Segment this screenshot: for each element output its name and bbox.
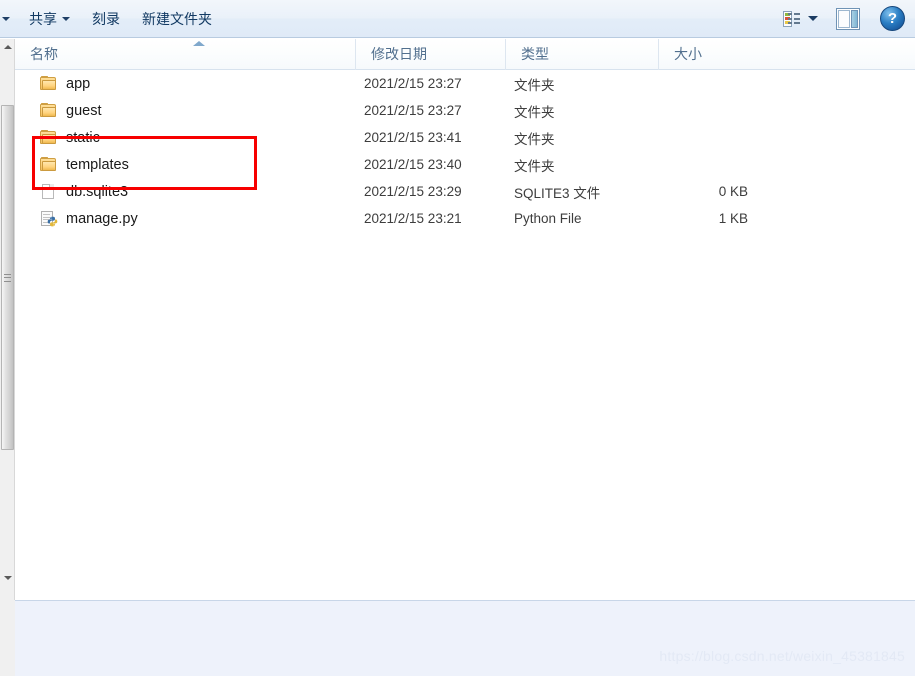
watermark-text: https://blog.csdn.net/weixin_45381845 xyxy=(659,648,905,664)
table-row[interactable]: guest 2021/2/15 23:27 文件夹 xyxy=(16,97,915,124)
column-header-date-label: 修改日期 xyxy=(371,46,427,62)
scroll-up-triangle xyxy=(3,45,12,49)
file-name-label: guest xyxy=(66,102,102,119)
table-row[interactable]: templates 2021/2/15 23:40 文件夹 xyxy=(16,151,915,178)
preview-pane-icon-side xyxy=(851,9,858,28)
file-name-cell: app xyxy=(16,76,356,92)
file-name-label: app xyxy=(66,75,91,92)
toolbar: 共享 刻录 新建文件夹 ? xyxy=(0,0,915,38)
table-row[interactable]: manage.py 2021/2/15 23:21 Python File 1 … xyxy=(16,205,915,232)
toolbar-left-group: 共享 刻录 新建文件夹 xyxy=(0,0,223,37)
file-date-cell: 2021/2/15 23:29 xyxy=(364,184,462,199)
burn-button-label: 刻录 xyxy=(92,10,120,27)
new-folder-button[interactable]: 新建文件夹 xyxy=(131,6,223,32)
share-button[interactable]: 共享 xyxy=(18,6,81,32)
file-name-label: manage.py xyxy=(66,210,138,227)
help-button-label: ? xyxy=(887,10,898,27)
file-type-cell: 文件夹 xyxy=(514,131,555,147)
python-file-icon xyxy=(40,211,58,227)
folder-icon xyxy=(40,76,57,91)
burn-button[interactable]: 刻录 xyxy=(81,6,131,32)
chevron-down-icon xyxy=(62,16,70,21)
column-header-date[interactable]: 修改日期 xyxy=(355,38,505,70)
file-name-cell: db.sqlite3 xyxy=(16,184,356,200)
file-name-label: templates xyxy=(66,156,129,173)
preview-pane-icon[interactable] xyxy=(836,7,860,30)
column-header-name-label: 名称 xyxy=(30,46,58,62)
table-row[interactable]: db.sqlite3 2021/2/15 23:29 SQLITE3 文件 0 … xyxy=(16,178,915,205)
file-type-cell: 文件夹 xyxy=(514,104,555,120)
file-type-cell: Python File xyxy=(514,211,582,226)
column-header-name[interactable]: 名称 xyxy=(15,39,355,70)
details-view-icon-lines xyxy=(788,11,800,27)
table-row[interactable]: static 2021/2/15 23:41 文件夹 xyxy=(16,124,915,151)
file-date-cell: 2021/2/15 23:27 xyxy=(364,103,462,118)
scroll-down-arrow-icon[interactable] xyxy=(0,570,15,586)
folder-icon xyxy=(40,103,57,118)
file-name-cell: guest xyxy=(16,103,356,119)
column-header-size-label: 大小 xyxy=(674,46,702,62)
explorer-window: 共享 刻录 新建文件夹 ? 名称 修改日期 类型 大小 app 2021/2/1… xyxy=(0,0,915,676)
preview-pane-icon-main xyxy=(838,9,850,28)
status-bar: https://blog.csdn.net/weixin_45381845 xyxy=(0,600,915,676)
file-name-cell: manage.py xyxy=(16,211,356,227)
column-header-type-label: 类型 xyxy=(521,46,549,62)
file-name-cell: templates xyxy=(16,157,356,173)
chevron-down-icon[interactable] xyxy=(808,16,818,21)
scroll-down-triangle xyxy=(3,576,12,580)
file-size-cell: 1 KB xyxy=(718,211,748,226)
toolbar-right-group: ? xyxy=(776,0,915,37)
sort-ascending-icon xyxy=(193,40,205,46)
table-row[interactable]: app 2021/2/15 23:27 文件夹 xyxy=(16,70,915,97)
file-date-cell: 2021/2/15 23:41 xyxy=(364,130,462,145)
column-header-type[interactable]: 类型 xyxy=(505,38,658,70)
document-icon xyxy=(40,184,57,199)
share-button-label: 共享 xyxy=(29,10,57,27)
new-folder-button-label: 新建文件夹 xyxy=(142,10,212,27)
file-type-cell: SQLITE3 文件 xyxy=(514,185,601,201)
folder-icon xyxy=(40,130,57,145)
python-logo-icon xyxy=(47,216,58,227)
scrollbar-bottom-filler xyxy=(0,600,15,676)
file-list: app 2021/2/15 23:27 文件夹 guest 2021/2/15 … xyxy=(16,70,915,600)
folder-icon xyxy=(40,157,57,172)
column-header-row: 名称 修改日期 类型 大小 xyxy=(15,38,915,70)
file-date-cell: 2021/2/15 23:40 xyxy=(364,157,462,172)
file-date-cell: 2021/2/15 23:21 xyxy=(364,211,462,226)
file-type-cell: 文件夹 xyxy=(514,77,555,93)
file-size-cell: 0 KB xyxy=(718,184,748,199)
file-name-cell: static xyxy=(16,130,356,146)
scrollbar-grip xyxy=(4,273,11,282)
help-question-icon[interactable]: ? xyxy=(880,6,905,31)
organize-button[interactable] xyxy=(2,6,18,32)
file-name-label: static xyxy=(66,129,100,146)
file-type-cell: 文件夹 xyxy=(514,158,555,174)
chevron-down-icon xyxy=(2,16,10,21)
navigation-pane-scrollbar[interactable] xyxy=(0,39,15,600)
scroll-up-arrow-icon[interactable] xyxy=(0,39,15,55)
file-name-label: db.sqlite3 xyxy=(66,183,129,200)
details-view-icon[interactable] xyxy=(776,9,800,29)
column-header-size[interactable]: 大小 xyxy=(658,38,757,70)
scrollbar-thumb[interactable] xyxy=(1,105,14,450)
file-date-cell: 2021/2/15 23:27 xyxy=(364,76,462,91)
